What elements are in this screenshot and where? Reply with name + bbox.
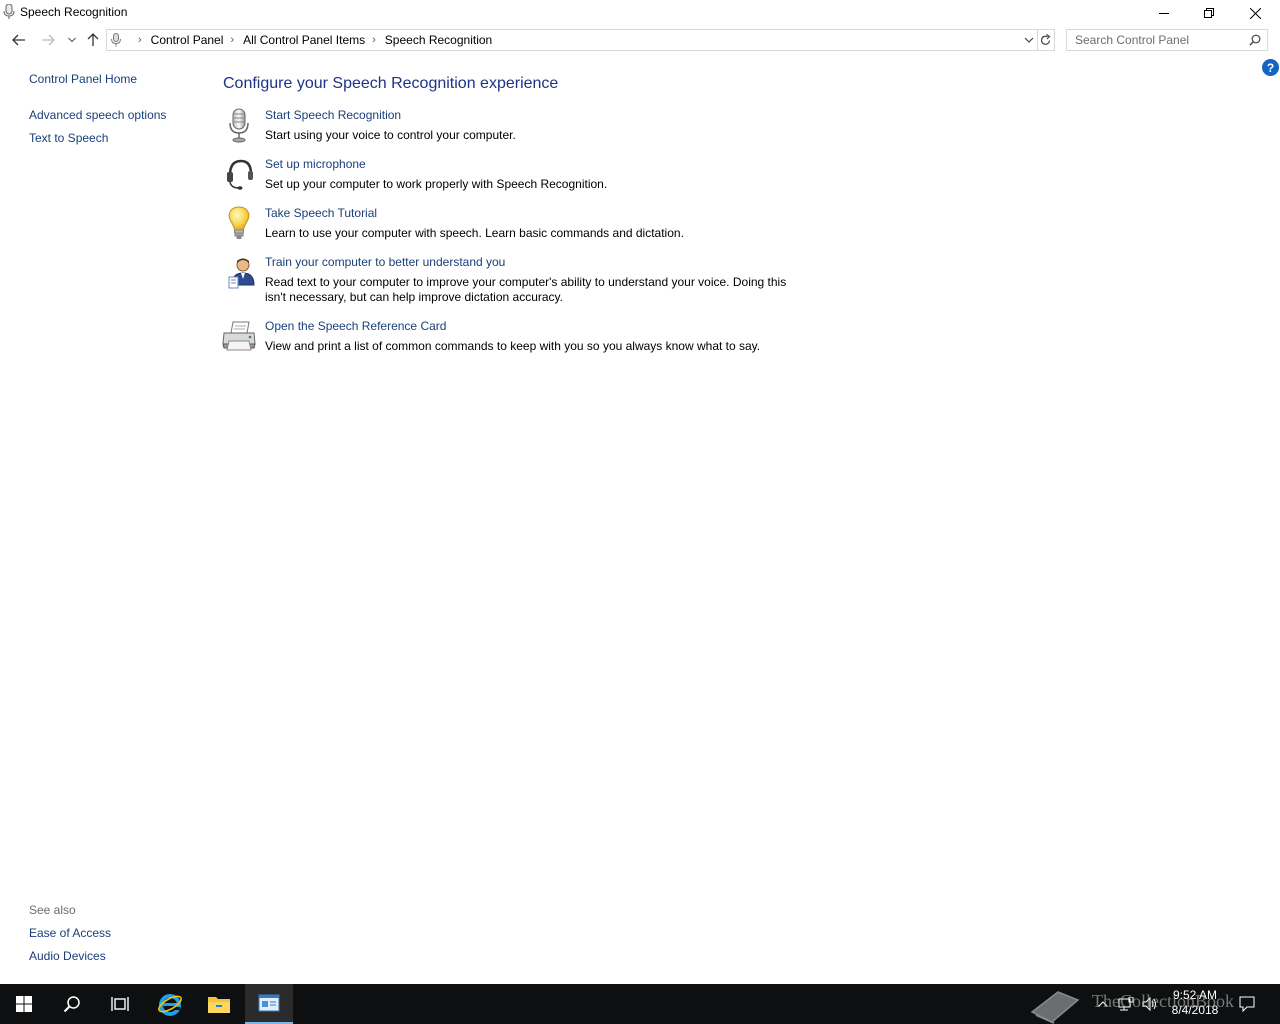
microphone-icon[interactable]	[221, 108, 257, 144]
breadcrumb-separator-icon[interactable]: ›	[372, 34, 376, 46]
forward-arrow-icon	[42, 34, 55, 46]
minimize-icon	[1159, 13, 1169, 14]
control-panel-home-link[interactable]: Control Panel Home	[29, 72, 137, 86]
printer-icon[interactable]	[221, 319, 257, 355]
task-description: View and print a list of common commands…	[265, 339, 761, 353]
breadcrumb-speech-recognition[interactable]: Speech Recognition	[385, 33, 492, 47]
headset-icon[interactable]	[221, 157, 257, 193]
breadcrumb-control-panel[interactable]: Control Panel	[151, 33, 224, 47]
start-speech-recognition-link[interactable]: Start Speech Recognition	[265, 108, 401, 122]
text-to-speech-link[interactable]: Text to Speech	[29, 131, 108, 145]
forward-button[interactable]	[39, 29, 57, 51]
recent-locations-button[interactable]	[66, 29, 78, 51]
user-training-icon[interactable]	[221, 255, 257, 291]
up-arrow-icon	[87, 33, 99, 46]
train-computer-link[interactable]: Train your computer to better understand…	[265, 255, 505, 269]
address-bar[interactable]: › Control Panel › All Control Panel Item…	[106, 29, 1038, 51]
restore-icon	[1204, 8, 1214, 18]
start-button[interactable]	[0, 984, 48, 1024]
chevron-down-icon[interactable]	[1024, 34, 1034, 46]
page-title: Configure your Speech Recognition experi…	[223, 75, 559, 92]
set-up-microphone-link[interactable]: Set up microphone	[265, 157, 366, 171]
task-description: Set up your computer to work properly wi…	[265, 177, 608, 191]
lightbulb-icon[interactable]	[221, 206, 257, 242]
search-icon	[63, 996, 80, 1013]
audio-devices-link[interactable]: Audio Devices	[29, 949, 106, 963]
close-button[interactable]	[1232, 0, 1278, 26]
task-view-icon	[111, 997, 129, 1011]
task-view-button[interactable]	[96, 984, 144, 1024]
task-description: Start using your voice to control your c…	[265, 128, 516, 142]
help-button[interactable]: ?	[1262, 59, 1279, 76]
control-panel-taskbar-button[interactable]	[245, 984, 293, 1024]
breadcrumb: › Control Panel › All Control Panel Item…	[131, 30, 492, 50]
advanced-speech-options-link[interactable]: Advanced speech options	[29, 108, 166, 122]
file-explorer-button[interactable]	[195, 984, 243, 1024]
task-description: Learn to use your computer with speech. …	[265, 226, 684, 240]
windows-logo-icon	[16, 996, 32, 1012]
task-description: Read text to your computer to improve yo…	[265, 275, 787, 304]
title-bar: Speech Recognition	[0, 0, 1280, 26]
window-title: Speech Recognition	[20, 5, 128, 19]
breadcrumb-separator-icon[interactable]: ›	[138, 34, 142, 46]
minimize-button[interactable]	[1141, 0, 1187, 26]
refresh-icon	[1040, 34, 1051, 45]
chevron-down-icon	[68, 37, 76, 43]
folder-icon	[208, 997, 230, 1013]
back-arrow-icon	[12, 34, 25, 46]
book-logo-icon	[1030, 991, 1080, 1024]
microphone-icon	[111, 33, 121, 47]
ease-of-access-link[interactable]: Ease of Access	[29, 926, 111, 940]
close-icon	[1249, 7, 1261, 19]
internet-explorer-button[interactable]	[146, 984, 194, 1024]
open-speech-reference-card-link[interactable]: Open the Speech Reference Card	[265, 319, 446, 333]
navigation-bar: › Control Panel › All Control Panel Item…	[0, 27, 1280, 53]
breadcrumb-all-items[interactable]: All Control Panel Items	[243, 33, 365, 47]
search-input[interactable]	[1075, 30, 1245, 50]
internet-explorer-icon	[158, 994, 182, 1016]
take-speech-tutorial-link[interactable]: Take Speech Tutorial	[265, 206, 377, 220]
search-button[interactable]	[48, 984, 96, 1024]
refresh-button[interactable]	[1037, 29, 1055, 51]
watermark-text: TheCollectionBook	[1092, 991, 1234, 1011]
search-box[interactable]	[1066, 29, 1268, 51]
see-also-label: See also	[29, 903, 76, 917]
control-panel-icon	[258, 994, 280, 1012]
microphone-icon	[3, 4, 15, 19]
search-icon[interactable]	[1249, 34, 1261, 46]
back-button[interactable]	[10, 29, 28, 51]
watermark: TheCollectionBook	[1028, 988, 1278, 1024]
up-button[interactable]	[85, 29, 101, 51]
breadcrumb-separator-icon[interactable]: ›	[230, 34, 234, 46]
restore-button[interactable]	[1186, 0, 1232, 26]
